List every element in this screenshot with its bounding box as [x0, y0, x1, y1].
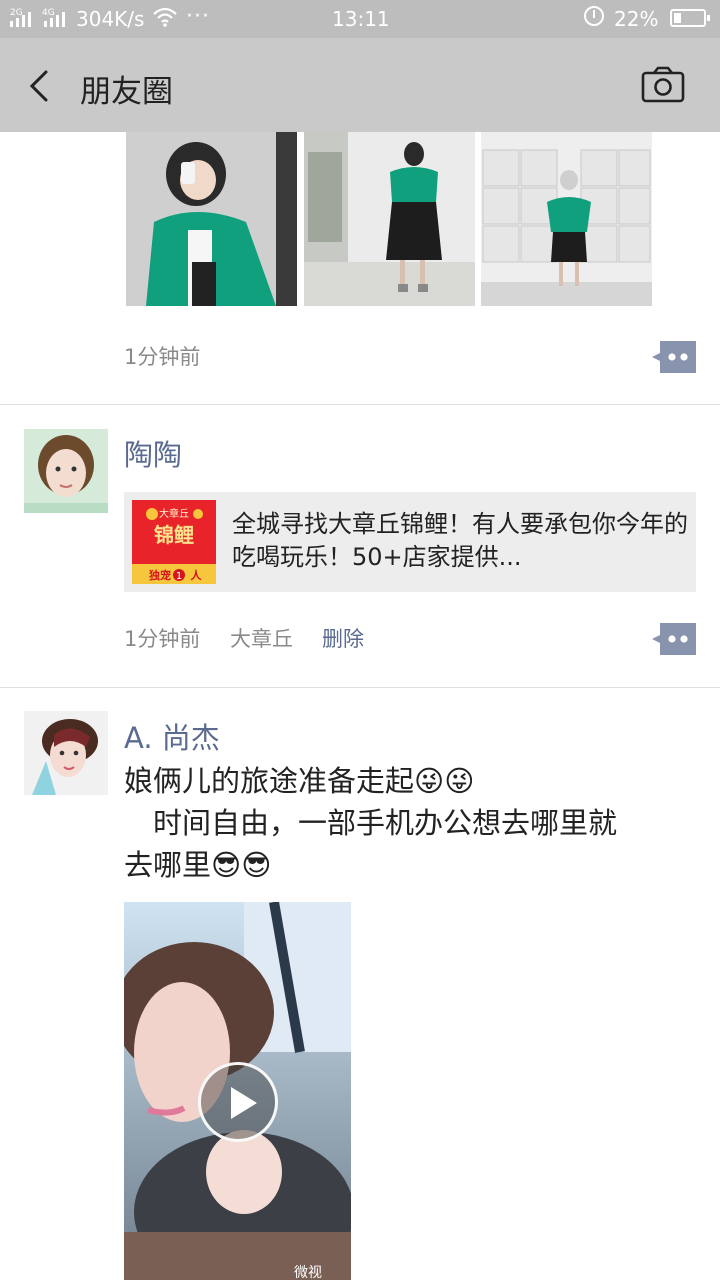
- post-location[interactable]: 大章丘: [230, 623, 293, 653]
- signal-bars-icon: [44, 9, 68, 27]
- post-text-line: 去哪里😎😎: [124, 844, 684, 886]
- thumb-number-text: 1: [176, 571, 182, 582]
- moments-feed[interactable]: 1分钟前 陶陶 大章丘 锦鲤 独宠 1 人 全城寻找大章丘锦鲤！有人要承包你今年…: [0, 132, 720, 1280]
- avatar[interactable]: [24, 429, 108, 513]
- battery-percent: 22%: [614, 7, 659, 31]
- thumb-unit-text: 人: [191, 568, 203, 582]
- video-thumbnail[interactable]: 微视: [124, 902, 351, 1280]
- delete-link[interactable]: 删除: [322, 623, 364, 653]
- post-author-name[interactable]: 陶陶: [124, 432, 182, 474]
- comment-menu-icon[interactable]: [652, 623, 696, 655]
- signal-bars-icon: [10, 9, 34, 27]
- shared-link-thumbnail: 大章丘 锦鲤 独宠 1 人: [132, 500, 216, 584]
- play-icon[interactable]: [198, 1062, 278, 1142]
- thumb-brand-text: 大章丘: [159, 507, 189, 520]
- wink-emoji-icon: 😜: [444, 764, 475, 798]
- shared-link-title: 全城寻找大章丘锦鲤！有人要承包你今年的吃喝玩乐！50+店家提供...: [232, 510, 688, 571]
- battery-icon: [670, 9, 710, 27]
- sunglasses-emoji-icon: 😎: [211, 848, 242, 882]
- post-text-line: 娘俩儿的旅途准备走起😜😜: [124, 760, 684, 802]
- page-title: 朋友圈: [80, 74, 173, 110]
- post-photo[interactable]: [304, 132, 475, 306]
- post-author-name[interactable]: A. 尚杰: [124, 715, 220, 757]
- status-bar: 2G 4G 304K/s ··· 13:11 22%: [0, 0, 720, 38]
- post-divider: [0, 404, 720, 405]
- post-text-line-3: 去哪里: [124, 848, 212, 882]
- post-text-line: 时间自由，一部手机办公想去哪里就: [124, 806, 618, 840]
- post-time: 1分钟前: [124, 627, 201, 651]
- thumb-title-text: 锦鲤: [154, 523, 194, 547]
- comment-menu-icon[interactable]: [652, 341, 696, 373]
- post-text: 娘俩儿的旅途准备走起😜😜 时间自由，一部手机办公想去哪里就 去哪里😎😎: [124, 760, 684, 886]
- network-speed: 304K/s: [76, 7, 145, 31]
- alarm-icon: [584, 6, 604, 26]
- post-divider: [0, 687, 720, 688]
- nav-bar: 朋友圈: [0, 38, 720, 132]
- wink-emoji-icon: 😜: [414, 764, 445, 798]
- video-source-label: 微视: [294, 1265, 322, 1280]
- post-text-line-1: 娘俩儿的旅途准备走起: [124, 764, 415, 798]
- chevron-left-icon[interactable]: [24, 66, 60, 106]
- thumb-tagline-text: 独宠: [148, 568, 171, 582]
- sunglasses-emoji-icon: 😎: [241, 848, 272, 882]
- avatar[interactable]: [24, 711, 108, 795]
- camera-icon[interactable]: [640, 66, 686, 104]
- post-time: 1分钟前: [124, 345, 201, 369]
- post-photo[interactable]: [126, 132, 297, 306]
- more-notifications-icon: ···: [186, 4, 210, 29]
- clock: 13:11: [332, 7, 390, 31]
- wifi-icon: [153, 7, 177, 27]
- post-photo[interactable]: [481, 132, 652, 306]
- shared-link-card[interactable]: 大章丘 锦鲤 独宠 1 人 全城寻找大章丘锦鲤！有人要承包你今年的吃喝玩乐！50…: [124, 492, 696, 592]
